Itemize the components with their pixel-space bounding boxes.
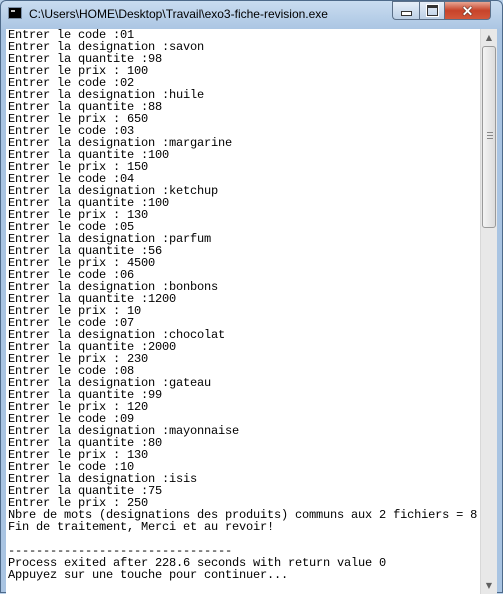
- minimize-button[interactable]: [392, 1, 419, 20]
- console-client-area[interactable]: Entrer le code :01 Entrer la designation …: [6, 29, 497, 594]
- maximize-icon: [425, 4, 439, 17]
- grip-line: [487, 132, 493, 133]
- console-app-icon[interactable]: [8, 7, 22, 19]
- vertical-scrollbar[interactable]: ▲ ▼: [480, 29, 497, 594]
- minimize-icon: [400, 11, 412, 16]
- console-window: C:\Users\HOME\Desktop\Travail\exo3-fiche…: [0, 0, 503, 594]
- grip-line: [487, 135, 493, 136]
- console-output[interactable]: Entrer le code :01 Entrer la designation …: [6, 29, 480, 594]
- scroll-down-arrow-icon: ▼: [485, 581, 493, 590]
- window-title: C:\Users\HOME\Desktop\Travail\exo3-fiche…: [29, 7, 328, 21]
- maximize-button[interactable]: [419, 1, 445, 20]
- scroll-up-arrow-icon: ▲: [485, 33, 493, 42]
- close-icon: ✕: [461, 2, 474, 19]
- close-button[interactable]: ✕: [445, 1, 491, 20]
- grip-line: [487, 138, 493, 139]
- scroll-up-button[interactable]: ▲: [481, 29, 497, 46]
- scroll-down-button[interactable]: ▼: [481, 577, 497, 594]
- scroll-thumb[interactable]: [482, 46, 496, 228]
- console-line: Appuyez sur une touche pour continuer...: [8, 568, 289, 582]
- title-bar[interactable]: C:\Users\HOME\Desktop\Travail\exo3-fiche…: [1, 1, 502, 27]
- console-line: Fin de traitement, Merci et au revoir!: [8, 520, 275, 534]
